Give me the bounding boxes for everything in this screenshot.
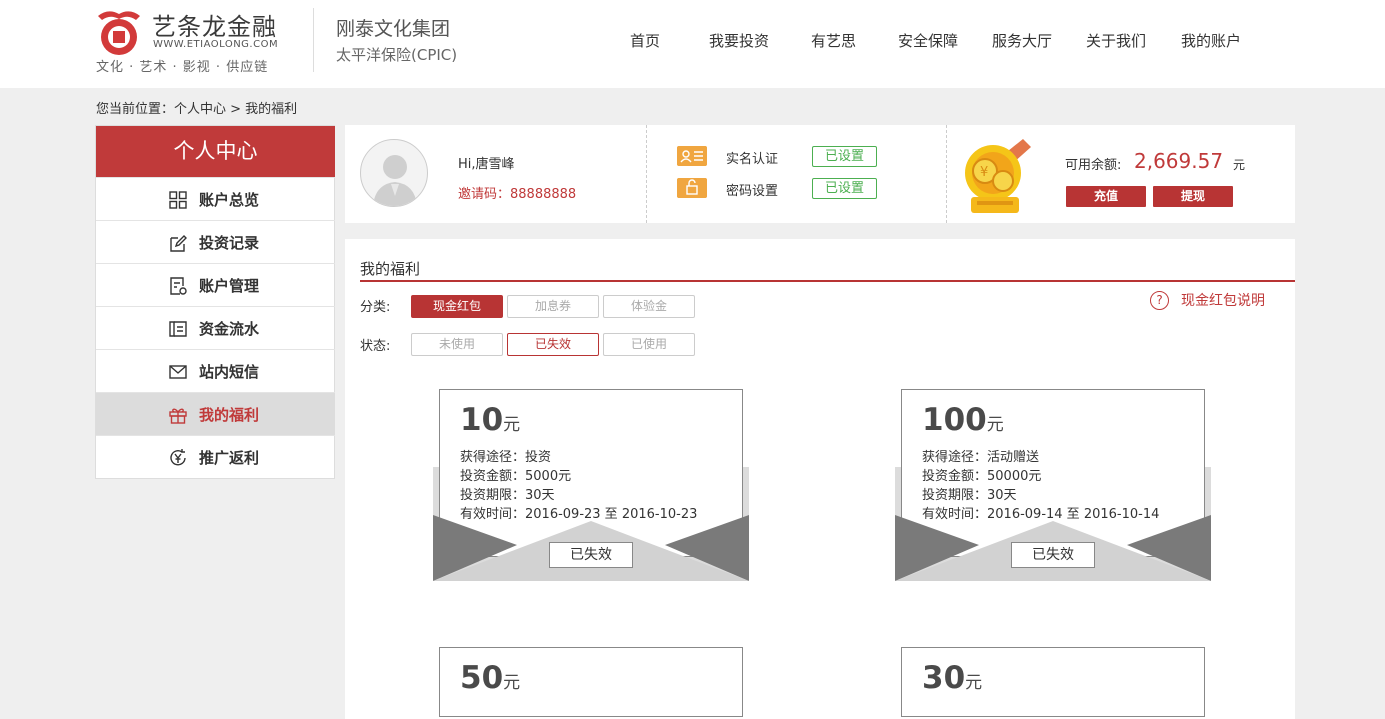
coupon-amount: 30元 xyxy=(922,660,983,696)
header-divider xyxy=(313,8,314,72)
logo-icon[interactable] xyxy=(96,8,142,56)
sidebar-item-messages[interactable]: 站内短信 xyxy=(96,349,335,392)
status-expired[interactable]: 已失效 xyxy=(507,333,599,356)
sidebar-item-label: 站内短信 xyxy=(199,363,260,381)
nav-home[interactable]: 首页 xyxy=(630,30,660,51)
sidebar-item-label: 资金流水 xyxy=(199,320,260,338)
brand-tagline: 文化 · 艺术 · 影视 · 供应链 xyxy=(96,60,269,75)
recharge-button[interactable]: 充值 xyxy=(1066,186,1146,207)
coupon-period: 投资期限：30天 xyxy=(460,488,555,503)
coupon-invest-amount: 投资金额：50000元 xyxy=(922,469,1042,484)
coupon-period: 投资期限：30天 xyxy=(922,488,1017,503)
sidebar-item-referral[interactable]: 推广返利 xyxy=(96,435,335,478)
coupon-card[interactable]: 100元 获得途径：活动赠送 投资金额：50000元 投资期限：30天 有效时间… xyxy=(895,389,1211,581)
coupon-source: 获得途径：活动赠送 xyxy=(922,450,1040,465)
mail-icon xyxy=(169,365,187,379)
password-status-badge[interactable]: 已设置 xyxy=(812,178,877,199)
balance-value: 2,669.57 xyxy=(1134,149,1224,173)
sidebar-item-label: 账户总览 xyxy=(199,191,260,209)
avatar[interactable] xyxy=(360,139,428,207)
sidebar-item-label: 推广返利 xyxy=(199,449,260,467)
status-label: 状态: xyxy=(360,339,391,354)
coupon-card[interactable]: 10元 获得途径：投资 投资金额：5000元 投资期限：30天 有效时间：201… xyxy=(433,389,749,581)
grid-icon xyxy=(169,191,187,209)
coupon-source: 获得途径：投资 xyxy=(460,450,552,465)
category-interest-coupon[interactable]: 加息券 xyxy=(507,295,599,318)
nav-art[interactable]: 有艺思 xyxy=(811,30,856,51)
invite-code: 邀请码：88888888 xyxy=(458,187,577,202)
yen-refresh-icon xyxy=(170,449,186,466)
coupon-status-badge: 已失效 xyxy=(549,542,633,568)
brand-name: 艺条龙金融 xyxy=(152,13,277,41)
status-used[interactable]: 已使用 xyxy=(603,333,695,356)
section-title: 我的福利 xyxy=(360,260,421,278)
sidebar-item-welfare[interactable]: 我的福利 xyxy=(96,392,335,435)
title-underline xyxy=(360,280,1295,282)
coupon-amount: 10元 xyxy=(460,402,521,438)
nav-invest[interactable]: 我要投资 xyxy=(709,30,769,51)
password-label: 密码设置 xyxy=(726,184,779,199)
sidebar-item-cashflow[interactable]: 资金流水 xyxy=(96,306,335,349)
id-card-icon xyxy=(677,146,707,166)
coupon-card[interactable]: 50元 xyxy=(439,647,743,717)
greeting: Hi,唐雪峰 xyxy=(458,157,515,172)
nav-about[interactable]: 关于我们 xyxy=(1086,30,1146,51)
withdraw-button[interactable]: 提现 xyxy=(1153,186,1233,207)
user-silhouette-icon xyxy=(373,155,417,206)
coupon-card[interactable]: 30元 xyxy=(901,647,1205,717)
svg-text:¥: ¥ xyxy=(980,165,988,180)
breadcrumb: 您当前位置：个人中心 > 我的福利 xyxy=(96,102,298,117)
sidebar: 个人中心 账户总览 投资记录 账户管理 资金流水 站内短信 我的福利 推广返利 xyxy=(95,125,335,479)
lock-icon xyxy=(677,178,707,198)
balance-unit: 元 xyxy=(1233,158,1246,172)
partner-line-1: 刚泰文化集团 xyxy=(336,18,451,40)
nav-security[interactable]: 安全保障 xyxy=(898,30,958,51)
divider xyxy=(946,125,947,223)
coupon-status-badge: 已失效 xyxy=(1011,542,1095,568)
ledger-icon xyxy=(169,321,187,337)
nav-service[interactable]: 服务大厅 xyxy=(992,30,1052,51)
cash-redpacket-help-link[interactable]: 现金红包说明 xyxy=(1181,290,1265,310)
sidebar-item-account-mgmt[interactable]: 账户管理 xyxy=(96,263,335,306)
sidebar-title: 个人中心 xyxy=(96,126,335,177)
partner-line-2: 太平洋保险(CPIC) xyxy=(336,46,458,64)
status-unused[interactable]: 未使用 xyxy=(411,333,503,356)
account-summary: Hi,唐雪峰 邀请码：88888888 实名认证 已设置 密码设置 已设置 ¥ … xyxy=(345,125,1295,223)
category-label: 分类: xyxy=(360,300,391,315)
question-icon[interactable]: ? xyxy=(1150,291,1169,310)
category-cash-redpacket[interactable]: 现金红包 xyxy=(411,295,503,318)
coupon-invest-amount: 投资金额：5000元 xyxy=(460,469,572,484)
document-settings-icon xyxy=(170,277,187,295)
gold-coins-icon: ¥ xyxy=(965,139,1031,213)
welfare-panel: 我的福利 ? 现金红包说明 分类: 现金红包 加息券 体验金 状态: 未使用 已… xyxy=(345,239,1295,719)
realname-label: 实名认证 xyxy=(726,152,779,167)
category-trial-fund[interactable]: 体验金 xyxy=(603,295,695,318)
coupon-amount: 50元 xyxy=(460,660,521,696)
sidebar-item-label: 投资记录 xyxy=(199,234,260,252)
sidebar-item-overview[interactable]: 账户总览 xyxy=(96,177,335,220)
sidebar-item-label: 账户管理 xyxy=(199,277,260,295)
site-header: 艺条龙金融 WWW.ETIAOLONG.COM 文化 · 艺术 · 影视 · 供… xyxy=(0,0,1385,88)
realname-status-badge[interactable]: 已设置 xyxy=(812,146,877,167)
sidebar-item-investments[interactable]: 投资记录 xyxy=(96,220,335,263)
balance-label: 可用余额: xyxy=(1065,158,1122,173)
coupon-amount: 100元 xyxy=(922,402,1004,438)
divider xyxy=(646,125,647,223)
sidebar-item-label: 我的福利 xyxy=(199,406,260,424)
brand-url: WWW.ETIAOLONG.COM xyxy=(153,39,279,50)
gift-icon xyxy=(169,408,187,424)
edit-icon xyxy=(170,235,187,252)
nav-account[interactable]: 我的账户 xyxy=(1181,30,1241,51)
